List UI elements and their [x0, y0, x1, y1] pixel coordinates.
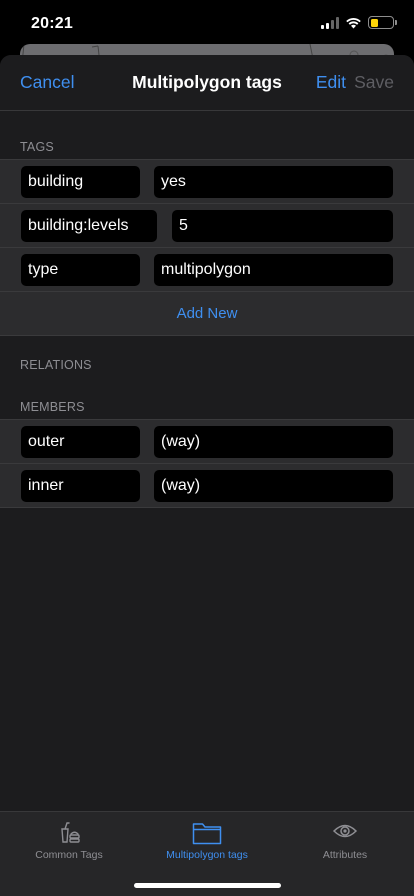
tab-label: Common Tags [35, 849, 103, 861]
tag-row: building:levels 5 [0, 204, 414, 248]
status-time: 20:21 [31, 15, 73, 32]
tags-section-header: TAGS [20, 140, 54, 154]
members-section-header: MEMBERS [20, 400, 85, 414]
tag-value-field[interactable]: yes [154, 166, 393, 198]
relations-section-header: RELATIONS [20, 358, 92, 372]
tag-key-field[interactable]: building:levels [21, 210, 157, 242]
tags-group: building yes building:levels 5 type mult… [0, 159, 414, 336]
tab-attributes[interactable]: Attributes [276, 812, 414, 867]
wifi-icon [346, 17, 361, 28]
tag-key-field[interactable]: type [21, 254, 140, 286]
tag-key-field[interactable]: building [21, 166, 140, 198]
member-value-field[interactable]: (way) [154, 470, 393, 502]
cancel-button[interactable]: Cancel [20, 72, 74, 93]
member-role-field[interactable]: outer [21, 426, 140, 458]
members-group: outer (way) inner (way) [0, 419, 414, 508]
common-tags-icon [61, 822, 80, 843]
status-bar: 20:21 [0, 0, 414, 46]
battery-icon [368, 16, 397, 29]
tab-multipolygon-tags[interactable]: Multipolygon tags [138, 812, 276, 867]
navigation-bar: Cancel Multipolygon tags Edit Save [0, 55, 414, 111]
cellular-signal-icon [321, 16, 339, 29]
tab-label: Multipolygon tags [166, 849, 248, 861]
status-icons [321, 16, 397, 29]
home-indicator [134, 883, 281, 888]
save-button: Save [354, 72, 394, 92]
tag-row: building yes [0, 160, 414, 204]
tag-value-field[interactable]: multipolygon [154, 254, 393, 286]
add-new-tag-button[interactable]: Add New [0, 292, 414, 336]
tab-common-tags[interactable]: Common Tags [0, 812, 138, 867]
tag-row: type multipolygon [0, 248, 414, 292]
member-row[interactable]: inner (way) [0, 464, 414, 508]
tab-label: Attributes [322, 849, 368, 861]
member-role-field[interactable]: inner [21, 470, 140, 502]
edit-button[interactable]: Edit [316, 72, 346, 93]
member-value-field[interactable]: (way) [154, 426, 393, 458]
member-row[interactable]: outer (way) [0, 420, 414, 464]
tag-editor-sheet: Cancel Multipolygon tags Edit Save TAGS … [0, 55, 414, 896]
eye-icon [332, 824, 358, 838]
tag-value-field[interactable]: 5 [172, 210, 393, 242]
folder-icon [192, 823, 222, 845]
